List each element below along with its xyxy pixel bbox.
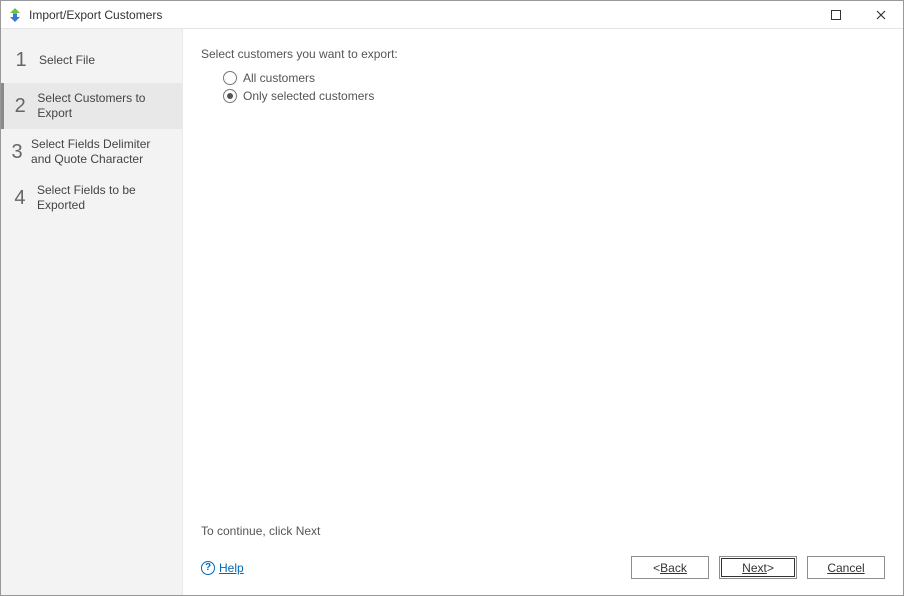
radio-label: Only selected customers (243, 89, 374, 103)
help-link[interactable]: ? Help (201, 561, 244, 575)
radio-icon (223, 71, 237, 85)
main-panel: Select customers you want to export: All… (183, 29, 903, 595)
radio-icon (223, 89, 237, 103)
back-button[interactable]: < Back (631, 556, 709, 579)
radio-label: All customers (243, 71, 315, 85)
wizard-body: 1 Select File 2 Select Customers to Expo… (1, 29, 903, 595)
step-label: Select Customers to Export (37, 91, 172, 121)
step-number: 3 (11, 141, 23, 164)
radio-only-selected-customers[interactable]: Only selected customers (223, 89, 885, 103)
step-2[interactable]: 2 Select Customers to Export (1, 83, 182, 129)
step-4[interactable]: 4 Select Fields to be Exported (1, 175, 182, 221)
help-label: Help (219, 561, 244, 575)
step-1[interactable]: 1 Select File (1, 37, 182, 83)
step-label: Select File (39, 53, 95, 68)
help-icon: ? (201, 561, 215, 575)
step-number: 4 (11, 187, 29, 210)
steps-sidebar: 1 Select File 2 Select Customers to Expo… (1, 29, 183, 595)
maximize-button[interactable] (813, 1, 858, 29)
step-label: Select Fields Delimiter and Quote Charac… (31, 137, 172, 167)
cancel-button[interactable]: Cancel (807, 556, 885, 579)
wizard-window: Import/Export Customers 1 Select File 2 … (0, 0, 904, 596)
radio-all-customers[interactable]: All customers (223, 71, 885, 85)
step-number: 2 (11, 95, 29, 118)
instruction-text: Select customers you want to export: (201, 47, 885, 61)
footer: ? Help < Back Next > Cancel (201, 554, 885, 585)
app-icon (7, 7, 23, 23)
step-label: Select Fields to be Exported (37, 183, 172, 213)
window-title: Import/Export Customers (29, 8, 162, 22)
close-button[interactable] (858, 1, 903, 29)
next-button[interactable]: Next > (719, 556, 797, 579)
continue-hint: To continue, click Next (201, 524, 885, 538)
step-number: 1 (11, 49, 31, 72)
export-scope-radio-group: All customers Only selected customers (223, 71, 885, 103)
title-bar: Import/Export Customers (1, 1, 903, 29)
step-3[interactable]: 3 Select Fields Delimiter and Quote Char… (1, 129, 182, 175)
